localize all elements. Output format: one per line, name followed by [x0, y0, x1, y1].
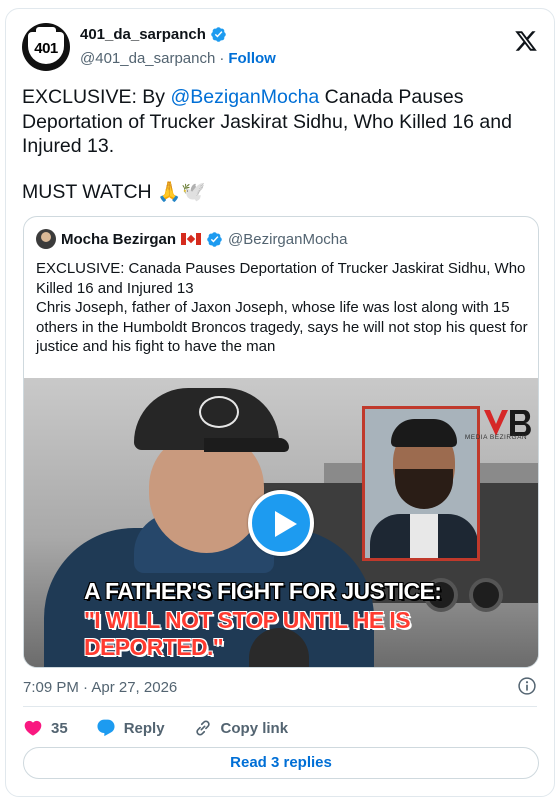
canada-flag-icon [181, 233, 202, 245]
tweet-text-must-watch: MUST WATCH 🙏🕊️ [22, 181, 206, 203]
author-avatar[interactable]: 401 [22, 23, 70, 71]
quoted-avatar[interactable] [36, 229, 56, 249]
watermark-text: MEDIA BEZIRGAN [464, 434, 528, 441]
avatar-number: 401 [34, 40, 58, 57]
tweet-timestamp[interactable]: 7:09 PM · Apr 27, 2026 [23, 679, 177, 696]
quoted-verified-badge-icon [207, 231, 222, 247]
copy-link-button[interactable]: Copy link [193, 718, 289, 738]
inset-shirt-shape [410, 514, 438, 558]
handle-separator: · [219, 50, 225, 67]
x-logo-icon[interactable] [514, 29, 538, 53]
quoted-header: Mocha Bezirgan @BezirganMocha [36, 229, 347, 249]
divider [23, 706, 537, 707]
quoted-text: EXCLUSIVE: Canada Pauses Deportation of … [36, 260, 528, 355]
mention-link[interactable]: @BeziganMocha [170, 86, 319, 108]
play-icon[interactable] [248, 490, 314, 556]
reply-button[interactable]: Reply [96, 718, 165, 738]
cap-logo-shape [199, 396, 239, 428]
tweet-card: 401 401_da_sarpanch @401_da_sarpanch · F… [5, 8, 555, 797]
author-display-name[interactable]: 401_da_sarpanch [80, 26, 206, 43]
quoted-display-name[interactable]: Mocha Bezirgan [61, 231, 176, 248]
info-icon[interactable] [517, 676, 537, 696]
tweet-body: EXCLUSIVE: By @BeziganMocha Canada Pause… [22, 85, 538, 159]
like-button[interactable]: 35 [23, 718, 68, 738]
like-count: 35 [51, 719, 68, 737]
quoted-handle[interactable]: @BezirganMocha [228, 231, 347, 248]
tweet-text-prefix: EXCLUSIVE: By [22, 86, 171, 108]
inset-beard-shape [395, 469, 453, 509]
link-icon [195, 720, 210, 736]
follow-button[interactable]: Follow [228, 50, 276, 67]
verified-badge-icon [211, 27, 226, 42]
tweet-header: 401 401_da_sarpanch @401_da_sarpanch · F… [22, 23, 538, 73]
quoted-tweet[interactable]: Mocha Bezirgan @BezirganMocha EXCLUSIVE:… [23, 216, 539, 668]
copy-link-label: Copy link [220, 719, 289, 737]
inset-photo [362, 406, 480, 561]
author-name-row: 401_da_sarpanch [80, 26, 227, 43]
author-handle-row: @401_da_sarpanch · Follow [80, 50, 276, 67]
author-handle[interactable]: @401_da_sarpanch [80, 50, 215, 67]
action-bar: 35 Reply Copy link [23, 717, 316, 739]
video-caption-line-2: "I WILL NOT STOP UNTIL HE IS DEPORTED." [84, 607, 411, 660]
heart-icon [24, 720, 42, 736]
read-replies-button[interactable]: Read 3 replies [23, 747, 539, 779]
video-caption-line-1: A FATHER'S FIGHT FOR JUSTICE: [84, 578, 442, 604]
reply-label: Reply [123, 719, 165, 737]
video-thumbnail[interactable]: MEDIA BEZIRGAN A FATHER'S FIGHT FOR JUST… [24, 378, 538, 667]
reply-bubble-icon [97, 719, 115, 737]
man-cap-brim-shape [204, 438, 289, 452]
inset-hair-shape [391, 419, 457, 447]
